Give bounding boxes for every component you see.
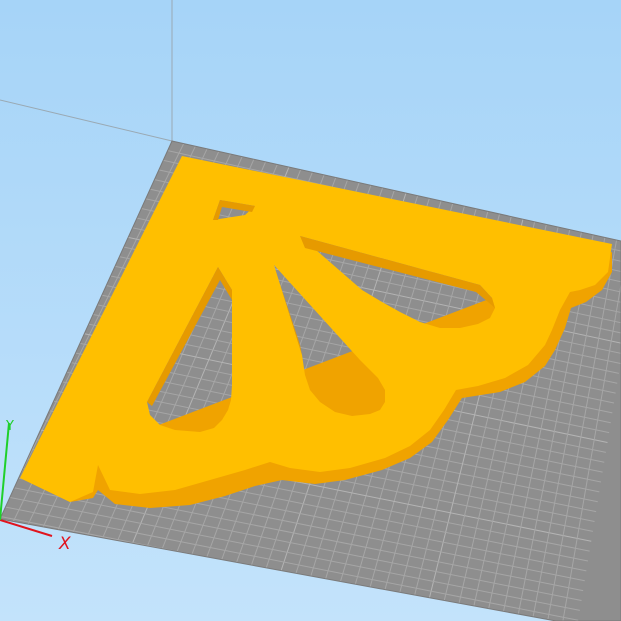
x-axis-label: X <box>58 534 71 554</box>
3d-viewport[interactable]: X Y <box>0 0 621 621</box>
y-axis-label: Y <box>5 419 14 434</box>
